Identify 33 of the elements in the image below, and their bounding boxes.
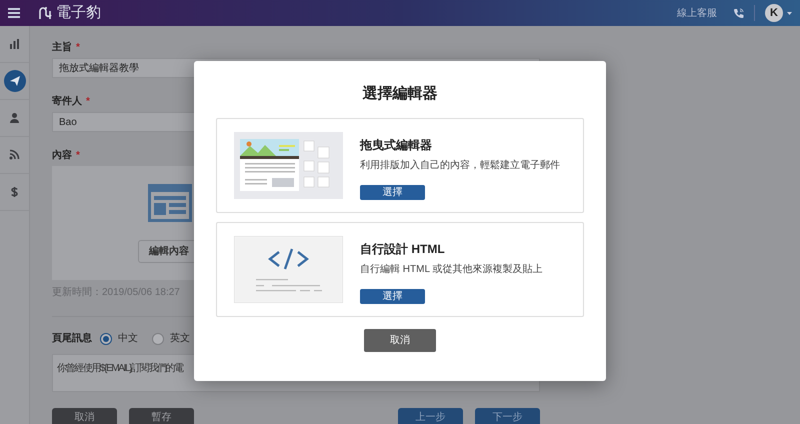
option-description: 自行編輯 HTML 或從其他來源複製及貼上	[360, 262, 542, 276]
dollar-icon	[9, 186, 20, 198]
dialog-title: 選擇編輯器	[362, 84, 438, 104]
option-title: 自行設計 HTML	[360, 240, 445, 258]
brand-name[interactable]: 電子豹	[56, 2, 101, 24]
required-mark: *	[76, 149, 80, 163]
option-title: 拖曳式編輯器	[360, 136, 432, 154]
language-radio[interactable]: 英文	[152, 331, 190, 346]
menu-icon[interactable]	[8, 8, 20, 18]
rss-icon	[9, 149, 20, 161]
select-button[interactable]: 選擇	[360, 288, 425, 304]
chart-icon	[9, 38, 20, 50]
send-icon	[9, 75, 20, 87]
required-mark: *	[86, 95, 90, 109]
logo-icon	[38, 6, 52, 20]
language-radio[interactable]: 中文	[100, 331, 138, 346]
support-link[interactable]: 線上客服	[677, 6, 717, 20]
caret-icon[interactable]	[787, 12, 792, 14]
avatar[interactable]: K	[765, 4, 783, 22]
phone-icon[interactable]	[733, 8, 744, 18]
cancel-button[interactable]: 取消	[364, 328, 436, 352]
option-description: 利用排版加入自己的內容，輕鬆建立電子郵件	[360, 158, 560, 172]
select-button[interactable]: 選擇	[360, 184, 425, 200]
field-label: 寄件人	[52, 94, 82, 109]
action-button[interactable]: 取消	[52, 408, 117, 424]
footer-label: 頁尾訊息	[52, 332, 92, 346]
field-label: 內容	[52, 148, 72, 163]
step-button[interactable]: 下一步	[475, 408, 540, 424]
required-mark: *	[76, 41, 80, 55]
action-button[interactable]: 暫存	[129, 408, 194, 424]
field-label: 主旨	[52, 40, 72, 55]
user-icon	[9, 112, 20, 124]
step-button[interactable]: 上一步	[398, 408, 463, 424]
